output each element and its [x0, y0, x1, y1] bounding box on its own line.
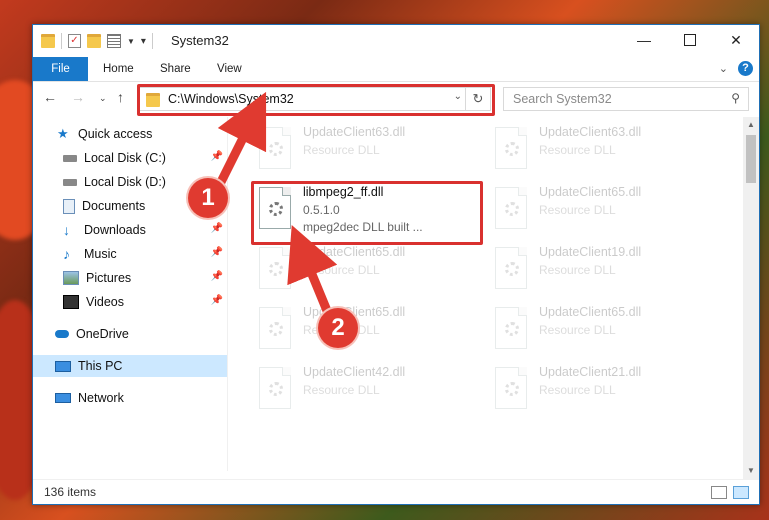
- callout-badge-1: 1: [188, 178, 228, 218]
- callout-arrows: [213, 91, 338, 323]
- callout-arrow-2: [287, 225, 338, 323]
- callout-badge-2: 2: [318, 308, 358, 348]
- callout-arrow-1: [213, 91, 267, 193]
